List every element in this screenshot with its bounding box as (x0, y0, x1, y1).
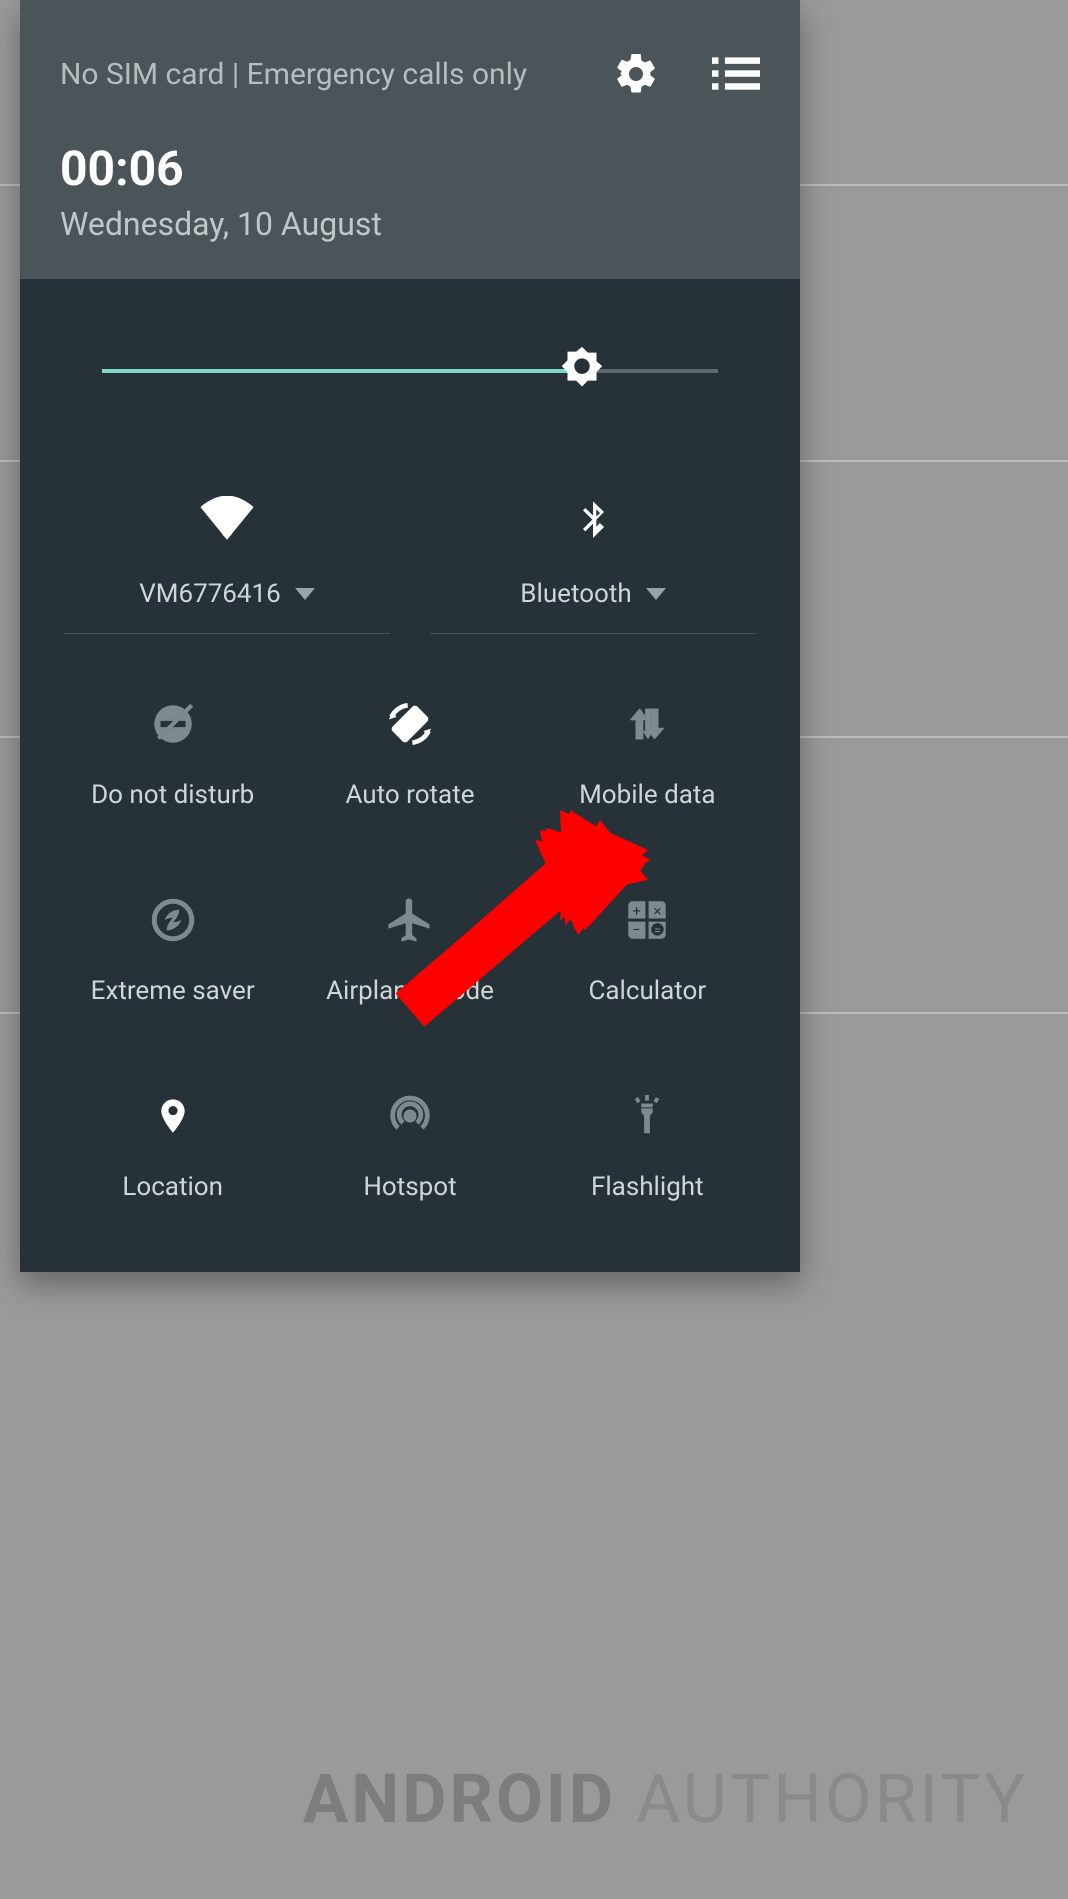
wifi-toggle[interactable]: VM6776416 (64, 483, 390, 634)
hotspot-icon (301, 1086, 518, 1146)
airplane-icon (301, 890, 518, 950)
flashlight-icon (539, 1086, 756, 1146)
tile-location[interactable]: Location (64, 1086, 281, 1202)
bluetooth-icon (430, 483, 756, 553)
svg-text:−: − (633, 921, 641, 939)
calculator-icon: + ×−= (539, 890, 756, 950)
clock-time: 00:06 (60, 140, 760, 197)
autorotate-icon (301, 694, 518, 754)
tile-auto-rotate[interactable]: Auto rotate (301, 694, 518, 810)
svg-text:+: + (633, 902, 641, 920)
tile-mobile-data[interactable]: Mobile data (539, 694, 756, 810)
location-icon (64, 1086, 281, 1146)
tile-airplane-mode[interactable]: Airplane mode (301, 890, 518, 1006)
clock-block[interactable]: 00:06 Wednesday, 10 August (60, 140, 760, 243)
quick-settings-panel: No SIM card | Emergency calls only (20, 0, 800, 1272)
watermark: ANDROID AUTHORITY (303, 1759, 1028, 1839)
chevron-down-icon (295, 588, 315, 600)
dnd-icon (64, 694, 281, 754)
settings-gear-icon[interactable] (612, 50, 660, 98)
bluetooth-toggle[interactable]: Bluetooth (430, 483, 756, 634)
panel-header: No SIM card | Emergency calls only (20, 0, 800, 279)
edit-tiles-icon[interactable] (712, 50, 760, 98)
clock-date: Wednesday, 10 August (60, 205, 760, 243)
tile-calculator[interactable]: +×−= Calculator (539, 890, 756, 1006)
bluetooth-label: Bluetooth (520, 579, 631, 609)
tile-hotspot[interactable]: Hotspot (301, 1086, 518, 1202)
chevron-down-icon (646, 588, 666, 600)
mobile-data-icon (539, 694, 756, 754)
wifi-icon (64, 483, 390, 553)
extreme-saver-icon (64, 890, 281, 950)
sim-status-text: No SIM card | Emergency calls only (60, 57, 612, 92)
svg-text:=: = (654, 924, 661, 939)
tile-flashlight[interactable]: Flashlight (539, 1086, 756, 1202)
tile-extreme-saver[interactable]: Extreme saver (64, 890, 281, 1006)
brightness-thumb-icon[interactable] (553, 342, 611, 400)
brightness-slider[interactable] (102, 339, 718, 403)
qs-tiles-grid: Do not disturb Auto rotate Mobile data (64, 694, 756, 1202)
wifi-label: VM6776416 (139, 579, 281, 609)
tile-do-not-disturb[interactable]: Do not disturb (64, 694, 281, 810)
svg-text:×: × (654, 902, 662, 920)
